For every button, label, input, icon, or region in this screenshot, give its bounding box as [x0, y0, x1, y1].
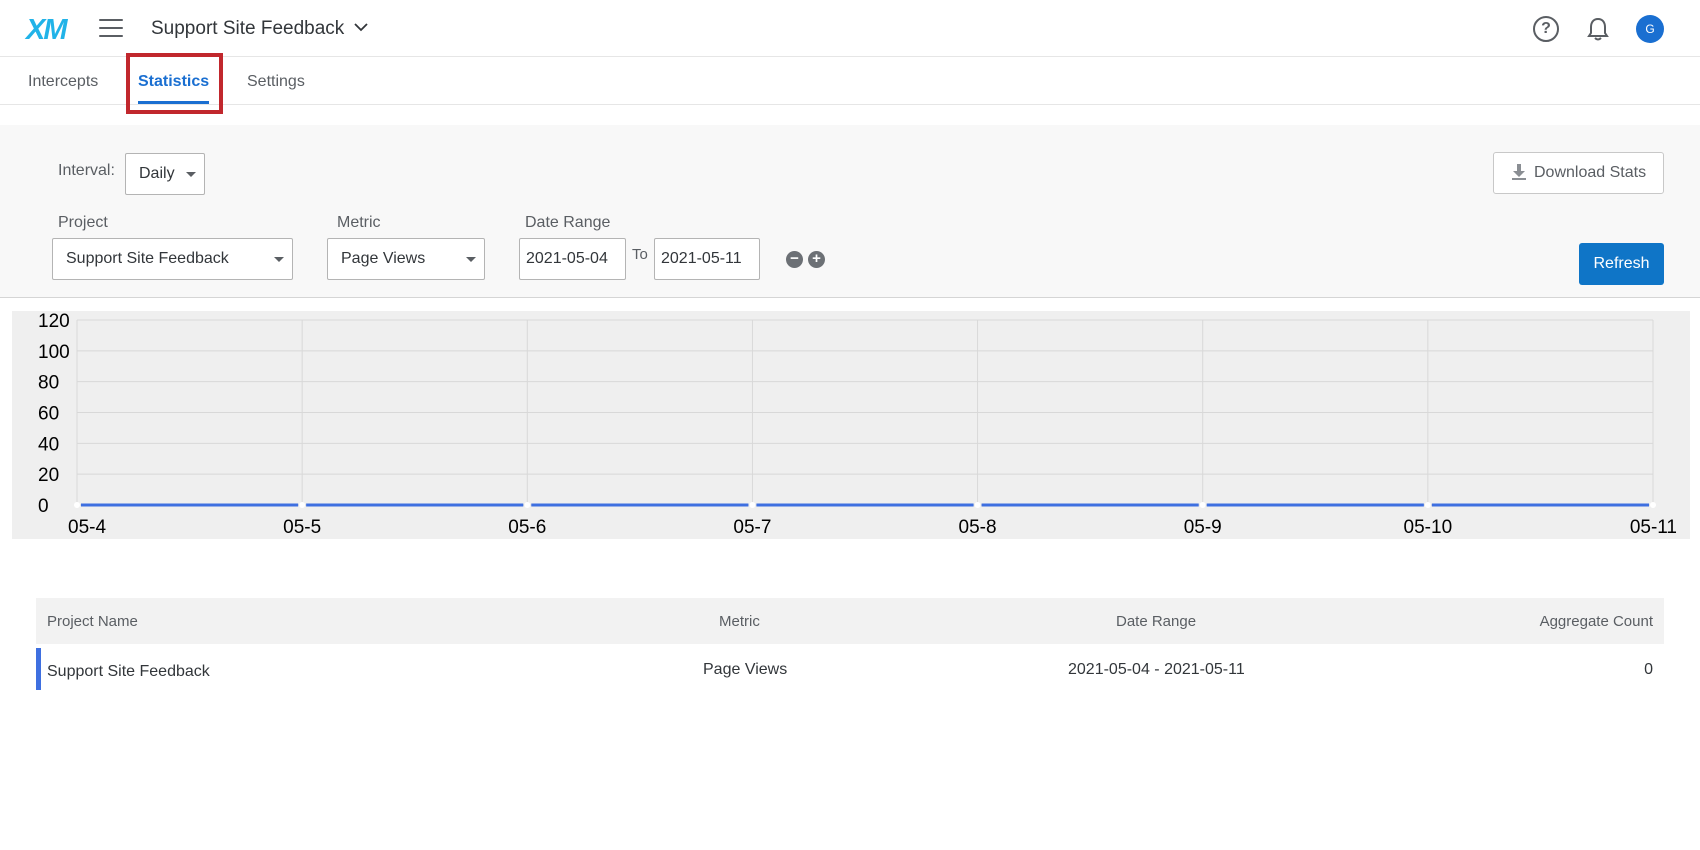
caret-down-icon: [186, 172, 196, 177]
cell-project-name: Support Site Feedback: [47, 663, 210, 680]
tab-settings[interactable]: Settings: [247, 73, 305, 91]
cell-date-range: 2021-05-04 - 2021-05-11: [1068, 661, 1245, 678]
y-tick-label: 20: [38, 465, 59, 486]
y-tick-label: 0: [38, 496, 49, 517]
col-metric: Metric: [719, 613, 760, 630]
data-point: [1424, 502, 1431, 508]
statistics-chart: 0 20 40 60 80 100 120 05-4 05-5 05-6 05-7 05-8 05-9 0…: [12, 311, 1690, 539]
project-title[interactable]: Support Site Feedback: [151, 18, 344, 40]
data-point: [749, 502, 756, 508]
add-range-icon[interactable]: +: [808, 251, 825, 268]
date-range-label: Date Range: [525, 214, 611, 231]
project-label: Project: [58, 214, 108, 231]
table-row: Support Site Feedback Page Views 2021-05…: [36, 648, 1664, 690]
download-icon: [1512, 164, 1526, 180]
metric-select[interactable]: Page Views: [327, 238, 485, 280]
interval-label: Interval:: [58, 162, 115, 179]
data-point: [1199, 502, 1206, 508]
filter-panel: Interval: Daily Project Support Site Fee…: [0, 125, 1700, 298]
date-to-input[interactable]: 2021-05-11: [654, 238, 760, 280]
chevron-down-icon[interactable]: [352, 18, 370, 36]
table-header: Project Name Metric Date Range Aggregate…: [36, 598, 1664, 644]
x-tick-label: 05-6: [508, 517, 546, 538]
data-point: [974, 502, 981, 508]
highlight-annotation-box: [126, 53, 223, 114]
download-stats-button[interactable]: Download Stats: [1493, 152, 1664, 194]
hamburger-menu-icon[interactable]: [99, 19, 123, 39]
top-bar: XM Support Site Feedback ? G: [0, 0, 1700, 57]
refresh-button[interactable]: Refresh: [1579, 243, 1664, 285]
data-point: [74, 502, 80, 508]
tab-intercepts[interactable]: Intercepts: [28, 73, 98, 91]
project-value: Support Site Feedback: [66, 250, 229, 267]
caret-down-icon: [466, 257, 476, 262]
tab-bar: Intercepts Statistics Settings: [0, 57, 1700, 105]
interval-select[interactable]: Daily: [125, 153, 205, 195]
y-tick-label: 40: [38, 434, 59, 455]
date-from-input[interactable]: 2021-05-04: [519, 238, 626, 280]
y-tick-label: 60: [38, 404, 59, 425]
col-aggregate-count: Aggregate Count: [1539, 613, 1653, 630]
x-tick-label: 05-4: [68, 517, 106, 538]
y-tick-label: 100: [38, 342, 70, 363]
x-tick-label: 05-9: [1184, 517, 1222, 538]
download-stats-label: Download Stats: [1534, 164, 1647, 181]
cell-metric: Page Views: [703, 661, 788, 678]
data-point: [299, 502, 306, 508]
avatar[interactable]: G: [1636, 15, 1664, 43]
x-tick-label: 05-7: [733, 517, 771, 538]
caret-down-icon: [274, 257, 284, 262]
help-icon[interactable]: ?: [1533, 16, 1559, 42]
remove-range-icon[interactable]: −: [786, 251, 803, 268]
x-tick-label: 05-10: [1404, 517, 1453, 538]
x-tick-label: 05-8: [959, 517, 997, 538]
xm-logo[interactable]: XM: [26, 14, 67, 47]
x-tick-label: 05-11: [1630, 517, 1677, 538]
cell-aggregate-count: 0: [1644, 661, 1653, 678]
col-date-range: Date Range: [1116, 613, 1197, 630]
metric-label: Metric: [337, 214, 381, 231]
x-tick-label: 05-5: [283, 517, 321, 538]
bell-icon[interactable]: [1586, 16, 1610, 42]
chart-svg: 0 20 40 60 80 100 120 05-4 05-5 05-6 05-7 05-8 05-9 0…: [38, 311, 1677, 538]
metric-value: Page Views: [341, 250, 426, 267]
data-point: [524, 502, 531, 508]
col-project-name: Project Name: [47, 613, 138, 630]
to-label: To: [632, 246, 648, 263]
y-tick-label: 80: [38, 373, 59, 394]
project-select[interactable]: Support Site Feedback: [52, 238, 293, 280]
data-point: [1650, 502, 1656, 508]
interval-value: Daily: [139, 165, 175, 182]
y-tick-label: 120: [38, 311, 70, 332]
